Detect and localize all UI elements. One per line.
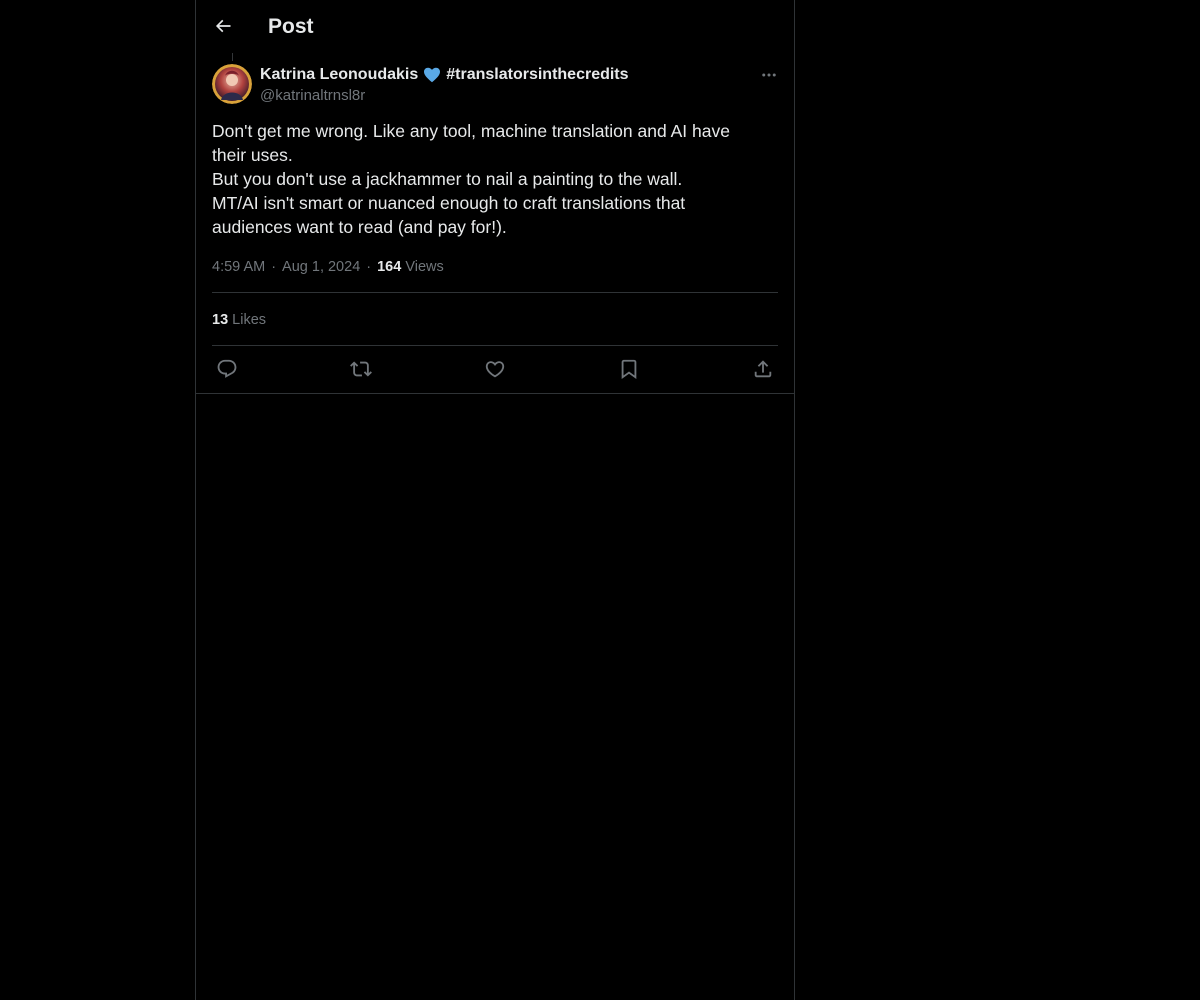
likes-label: Likes xyxy=(232,312,267,328)
likes-link[interactable]: 13 Likes xyxy=(212,310,266,330)
post-bottom-border xyxy=(196,393,794,394)
page-title: Post xyxy=(268,15,314,38)
arrow-left-icon xyxy=(215,19,231,33)
post-text-line: audiences want to read (and pay for!). xyxy=(212,217,507,237)
thread-line xyxy=(232,53,233,61)
like-button[interactable] xyxy=(480,355,510,383)
reply-button[interactable] xyxy=(212,355,242,383)
divider xyxy=(212,292,778,293)
repost-icon xyxy=(350,361,372,377)
post-text-line: But you don't use a jackhammer to nail a… xyxy=(212,169,683,189)
post-text: Don't get me wrong. Like any tool, machi… xyxy=(212,119,778,239)
author-display-name: Katrina Leonoudakis xyxy=(260,66,419,83)
author-hashtag: #translatorsinthecredits xyxy=(446,66,629,83)
like-icon xyxy=(485,361,505,378)
more-icon xyxy=(762,73,776,77)
separator-dot: · xyxy=(366,259,372,275)
divider xyxy=(212,345,778,346)
post-date[interactable]: Aug 1, 2024 xyxy=(282,259,360,275)
likes-count: 13 xyxy=(212,312,229,328)
author-name[interactable]: Katrina Leonoudakis #translatorsinthecre… xyxy=(260,64,629,85)
bookmark-button[interactable] xyxy=(614,355,644,383)
post-header: Post xyxy=(196,0,794,53)
bookmark-icon xyxy=(621,359,637,380)
repost-button[interactable] xyxy=(346,355,376,383)
separator-dot: · xyxy=(271,259,277,275)
post-meta: 4:59 AM · Aug 1, 2024 · 164 Views xyxy=(212,257,444,277)
blue-heart-icon xyxy=(424,67,441,82)
reply-icon xyxy=(217,359,237,378)
views-count: 164 xyxy=(377,259,402,275)
share-button[interactable] xyxy=(748,355,778,383)
post-column: Post Katrina Leonoudakis #translatorsint… xyxy=(195,0,795,1000)
action-bar xyxy=(212,355,778,383)
post-time[interactable]: 4:59 AM xyxy=(212,259,265,275)
views-label: Views xyxy=(405,259,444,275)
avatar[interactable] xyxy=(212,64,252,104)
post-text-line: MT/AI isn't smart or nuanced enough to c… xyxy=(212,193,686,213)
author-handle[interactable]: @katrinaltrnsl8r xyxy=(260,86,365,106)
more-options-button[interactable] xyxy=(754,62,784,88)
post-text-line: their uses. xyxy=(212,145,293,165)
share-icon xyxy=(754,360,772,378)
post-text-line: Don't get me wrong. Like any tool, machi… xyxy=(212,121,730,141)
back-button[interactable] xyxy=(208,11,238,41)
